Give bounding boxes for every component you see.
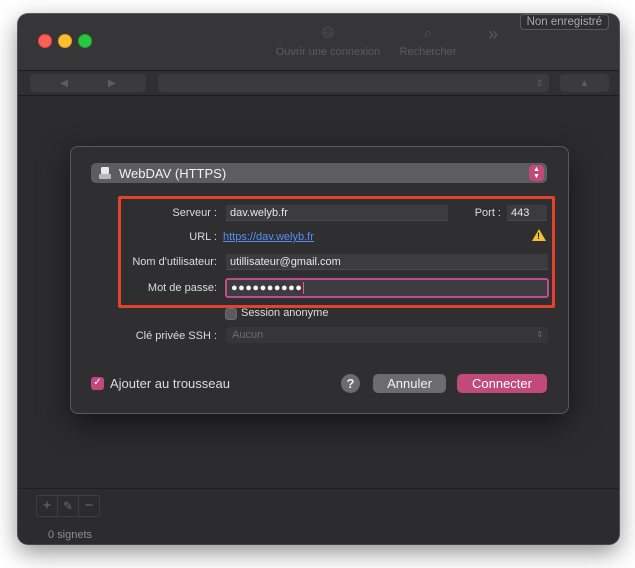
port-label: Port : — [474, 207, 501, 219]
search-label: Rechercher — [399, 46, 457, 58]
server-input[interactable]: dav.welyb.fr — [226, 205, 448, 221]
text-caret — [303, 282, 305, 295]
titlebar: 🌐︎ Ouvrir une connexion ⌕ Rechercher » N… — [18, 14, 619, 71]
server-label: Serveur : — [172, 207, 217, 219]
unregistered-badge: Non enregistré — [519, 14, 609, 30]
password-input[interactable]: ●●●●●●●●●● — [225, 278, 549, 298]
port-input[interactable]: 443 — [507, 205, 547, 221]
ssh-key-label: Clé privée SSH : — [135, 330, 217, 342]
bookmark-actions: + ✎ − — [36, 495, 100, 517]
help-button[interactable]: ? — [341, 374, 360, 393]
back-forward-control[interactable]: ◀ ▶ — [30, 74, 146, 92]
protocol-select[interactable]: WebDAV (HTTPS) ▲ ▼ — [91, 163, 547, 183]
chevron-updown-icon: ⇕ — [535, 77, 543, 88]
password-label: Mot de passe: — [147, 282, 217, 294]
protocol-label: WebDAV (HTTPS) — [119, 165, 227, 181]
keychain-label: Ajouter au trousseau — [110, 376, 230, 391]
forward-icon[interactable]: ▶ — [108, 78, 116, 89]
connection-sheet: WebDAV (HTTPS) ▲ ▼ Serveur : dav.welyb.fr… — [70, 146, 569, 414]
zoom-window-button[interactable] — [78, 34, 92, 48]
password-dots: ●●●●●●●●●● — [231, 282, 303, 294]
username-input[interactable]: utillisateur@gmail.com — [226, 254, 548, 270]
search-icon: ⌕ — [423, 25, 433, 42]
warning-mark: ! — [537, 231, 540, 241]
connect-button[interactable]: Connecter — [457, 374, 547, 393]
keychain-checkbox[interactable]: ✓ — [91, 377, 104, 390]
back-icon[interactable]: ◀ — [60, 78, 68, 89]
eject-icon: ▲ — [579, 77, 590, 89]
checkmark-icon: ✓ — [93, 377, 102, 388]
cancel-button[interactable]: Annuler — [373, 374, 446, 393]
url-label: URL : — [189, 231, 217, 243]
add-bookmark-button[interactable]: + — [37, 496, 58, 516]
chevron-updown-icon: ⇕ — [536, 330, 543, 339]
anonymous-session-checkbox[interactable] — [225, 308, 237, 320]
anonymous-session-label: Session anonyme — [241, 307, 329, 319]
open-connection-label: Ouvrir une connexion — [275, 46, 381, 58]
chevron-updown-icon: ▲ ▼ — [529, 165, 544, 181]
drive-icon — [99, 166, 111, 180]
pencil-icon: ✎ — [62, 499, 74, 513]
username-label: Nom d'utilisateur: — [132, 256, 217, 268]
search-button[interactable]: ⌕ Rechercher — [395, 22, 461, 58]
remove-bookmark-button[interactable]: − — [79, 496, 99, 516]
eject-button[interactable]: ▲ — [560, 74, 609, 92]
edit-bookmark-button[interactable]: ✎ — [58, 496, 79, 516]
ssh-key-value: Aucun — [232, 329, 264, 341]
url-link[interactable]: https://dav.welyb.fr — [223, 231, 314, 243]
chevron-right-double-icon[interactable]: » — [488, 24, 498, 45]
ssh-key-select[interactable]: Aucun ⇕ — [226, 327, 548, 343]
bottom-bar: + ✎ − 0 signets — [18, 488, 619, 544]
navigation-bar: ◀ ▶ ⇕ ▲ — [18, 71, 619, 96]
close-window-button[interactable] — [38, 34, 52, 48]
open-connection-button[interactable]: 🌐︎ Ouvrir une connexion — [270, 22, 386, 58]
path-select[interactable]: ⇕ — [158, 74, 549, 92]
minimize-window-button[interactable] — [58, 34, 72, 48]
bookmarks-count: 0 signets — [48, 529, 93, 541]
globe-icon: 🌐︎ — [321, 25, 335, 42]
